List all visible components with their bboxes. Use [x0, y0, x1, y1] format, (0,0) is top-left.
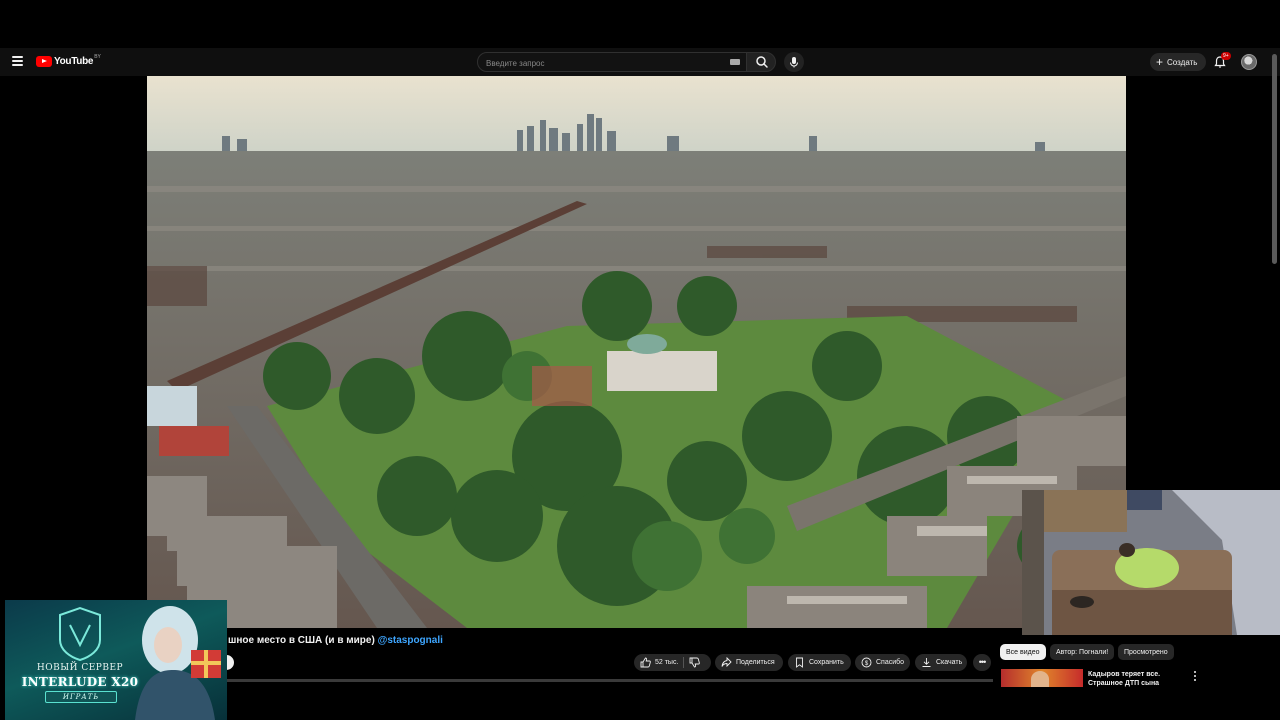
search-box — [477, 52, 747, 72]
download-icon — [922, 658, 931, 667]
thumbs-up-icon[interactable] — [640, 657, 651, 668]
video-title: шное место в США (и в мире) @staspognali — [228, 635, 443, 646]
recommended-thumbnail[interactable] — [1001, 669, 1083, 687]
ad-play-button[interactable]: ИГРАТЬ — [45, 691, 117, 703]
recommended-title[interactable]: Кадыров теряет все. Страшное ДТП сына — [1088, 670, 1186, 688]
share-label: Поделиться — [736, 659, 775, 666]
thanks-icon: $ — [861, 657, 872, 668]
plus-icon: + — [1156, 55, 1164, 69]
ad-headline: НОВЫЙ СЕРВЕР — [36, 663, 124, 673]
video-title-text: шное место в США (и в мире) — [228, 635, 375, 646]
channel-handle-link[interactable]: @staspognali — [378, 635, 443, 646]
save-label: Сохранить — [809, 659, 844, 666]
thumbnail-face — [1031, 671, 1049, 687]
thumbs-down-icon[interactable] — [689, 657, 701, 668]
chip-all-videos[interactable]: Все видео — [1000, 644, 1046, 660]
share-button[interactable]: Поделиться — [715, 654, 783, 671]
player-progress-bar[interactable] — [147, 679, 993, 682]
webcam-overlay — [1022, 490, 1280, 635]
menu-icon[interactable] — [12, 56, 23, 66]
video-player[interactable] — [147, 76, 1126, 628]
notification-count-badge: 9+ — [1221, 52, 1231, 60]
more-horizontal-icon: ••• — [978, 657, 987, 667]
thanks-button[interactable]: $ Спасибо — [855, 654, 910, 671]
chip-watched[interactable]: Просмотрено — [1118, 644, 1174, 660]
page-scrollbar[interactable] — [1272, 54, 1277, 264]
search-icon — [756, 56, 768, 68]
ad-server-name: INTERLUDE X20 — [21, 675, 139, 689]
voice-search-button[interactable] — [784, 52, 804, 72]
download-button[interactable]: Скачать — [915, 654, 967, 671]
search-button[interactable] — [746, 52, 776, 72]
download-label: Скачать — [936, 659, 963, 666]
search-input[interactable] — [486, 58, 716, 68]
create-label: Создать — [1167, 57, 1198, 67]
ad-banner[interactable]: НОВЫЙ СЕРВЕР INTERLUDE X20 ИГРАТЬ — [5, 600, 227, 720]
like-count[interactable]: 52 тыс. — [655, 659, 678, 666]
svg-text:$: $ — [865, 661, 869, 667]
video-frame — [147, 76, 1126, 628]
avatar[interactable] — [1241, 54, 1257, 70]
like-dislike-group: 52 тыс. — [634, 654, 711, 671]
keyboard-icon[interactable] — [730, 59, 740, 65]
masthead: YouTube BY + Создать 9+ — [0, 48, 1280, 76]
chip-author[interactable]: Автор: Погнали! — [1050, 644, 1115, 660]
save-icon — [796, 657, 803, 668]
logo-text: YouTube — [54, 56, 94, 67]
microphone-icon — [790, 57, 798, 68]
youtube-play-icon — [36, 56, 52, 67]
more-vertical-icon[interactable] — [1193, 671, 1196, 681]
youtube-logo[interactable]: YouTube BY — [36, 53, 101, 67]
thanks-label: Спасибо — [876, 659, 905, 666]
share-icon — [721, 657, 732, 668]
like-divider — [683, 657, 685, 668]
save-button[interactable]: Сохранить — [788, 654, 851, 671]
create-button[interactable]: + Создать — [1150, 53, 1207, 71]
more-actions-button[interactable]: ••• — [973, 654, 991, 671]
logo-region: BY — [94, 53, 101, 60]
webcam-feed — [1022, 490, 1280, 635]
